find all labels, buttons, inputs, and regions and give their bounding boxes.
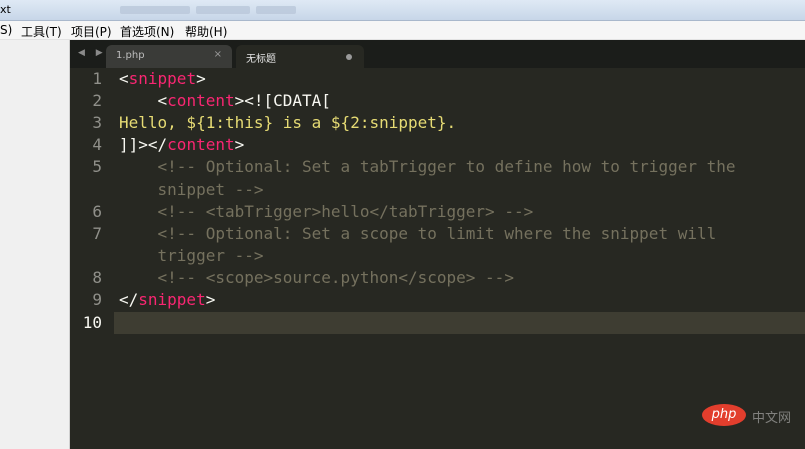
code-line-4: ]]></content> <box>119 134 244 156</box>
code-line-9: </snippet> <box>119 289 215 311</box>
code-punctuation: < <box>119 69 129 88</box>
line-number: 3 <box>92 113 102 132</box>
tab-untitled[interactable]: 无标题 <box>236 45 364 68</box>
code-line-5: <!-- Optional: Set a tabTrigger to defin… <box>119 157 736 176</box>
code-line-8: <!-- <scope>source.python</scope> --> <box>119 268 514 287</box>
tab-label: 无标题 <box>246 54 276 65</box>
code-punctuation: ]]></ <box>119 135 168 154</box>
menu-item-tools[interactable]: 工具(T) <box>21 23 62 40</box>
title-bar: xt <box>0 0 805 21</box>
code-tag: content <box>167 91 235 110</box>
code-punctuation: </ <box>119 290 139 309</box>
menu-item-project[interactable]: 项目(P) <box>71 23 112 40</box>
php-logo-icon: php <box>702 404 746 426</box>
menu-item-help[interactable]: 帮助(H) <box>185 23 227 40</box>
current-line-highlight <box>70 312 805 334</box>
code-line-1: <snippet> <box>119 68 206 90</box>
line-number: 4 <box>92 135 102 154</box>
line-number: 9 <box>92 290 102 309</box>
line-number-current: 10 <box>82 313 102 332</box>
code-line-3: Hello, ${1:this} is a ${2:snippet}. <box>119 113 457 132</box>
tab-nav-arrows-icon[interactable]: ◀ ▶ <box>78 48 107 58</box>
code-line-7-wrap: trigger --> <box>119 246 264 265</box>
code-line-5-wrap: snippet --> <box>119 180 264 199</box>
title-blurred-text <box>256 6 296 14</box>
tab-label: 1.php <box>116 50 145 61</box>
code-tag: snippet <box>138 290 206 309</box>
unsaved-dot-icon[interactable] <box>346 54 352 60</box>
code-punctuation: ><![CDATA[ <box>234 91 331 110</box>
side-panel <box>0 40 70 449</box>
line-number: 6 <box>92 202 102 221</box>
tab-1-php[interactable]: 1.php × <box>106 45 232 68</box>
close-icon[interactable]: × <box>214 49 222 60</box>
code-line-2: <content><![CDATA[ <box>119 90 331 112</box>
line-number: 2 <box>92 91 102 110</box>
code-line-6: <!-- <tabTrigger>hello</tabTrigger> --> <box>119 202 534 221</box>
code-punctuation: < <box>119 91 168 110</box>
code-tag: snippet <box>128 69 197 88</box>
tab-strip: ◀ ▶ 1.php × 无标题 <box>70 40 805 68</box>
code-tag: content <box>167 135 235 154</box>
title-blurred-text <box>196 6 250 14</box>
line-number: 7 <box>92 224 102 243</box>
menu-item-preferences[interactable]: 首选项(N) <box>120 23 174 40</box>
watermark-text: 中文网 <box>752 411 792 426</box>
window-title: xt <box>0 3 11 16</box>
title-blurred-text <box>120 6 190 14</box>
code-punctuation: > <box>196 69 206 88</box>
line-number: 1 <box>92 69 102 88</box>
code-line-7: <!-- Optional: Set a scope to limit wher… <box>119 224 717 243</box>
menu-bar: S) 工具(T) 项目(P) 首选项(N) 帮助(H) <box>0 21 805 40</box>
line-number: 5 <box>92 157 102 176</box>
line-number: 8 <box>92 268 102 287</box>
code-punctuation: > <box>205 290 216 309</box>
code-punctuation: > <box>234 135 245 154</box>
line-number-gutter: 1 2 3 4 5 6 7 8 9 10 <box>70 68 114 449</box>
code-editor[interactable]: 1 2 3 4 5 6 7 8 9 10 <snippet> <content>… <box>70 68 805 449</box>
menu-item-cut-off[interactable]: S) <box>0 23 12 37</box>
php-watermark: php 中文网 <box>702 404 798 426</box>
